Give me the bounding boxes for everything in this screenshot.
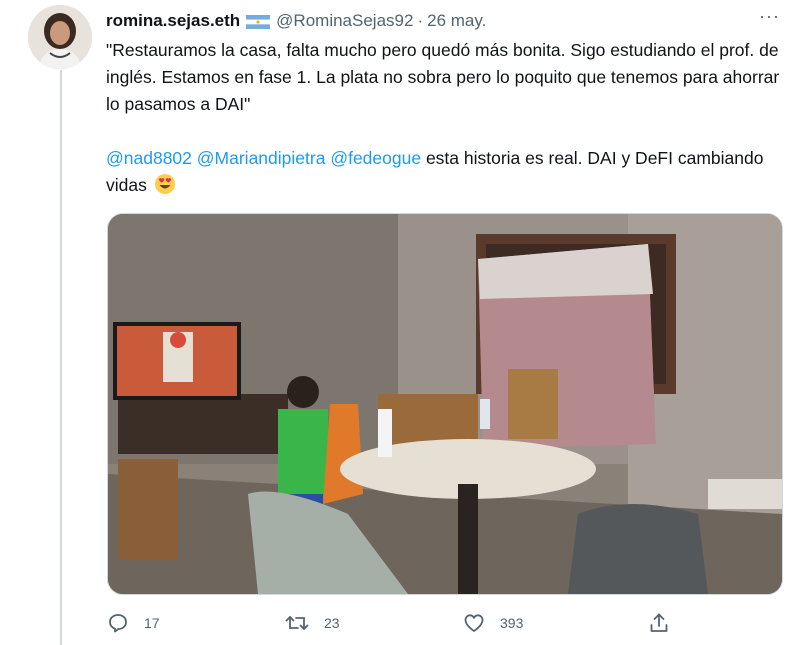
share-button[interactable] <box>647 606 671 640</box>
tweet-actions: 17 23 393 <box>106 606 686 640</box>
tweet-text: "Restauramos la casa, falta mucho pero q… <box>106 37 786 203</box>
tweet-header: romina.sejas.eth @RominaSejas92 · 26 may… <box>106 9 784 33</box>
reply-button[interactable]: 17 <box>106 606 160 640</box>
avatar[interactable] <box>28 5 92 69</box>
reply-icon <box>106 611 130 635</box>
retweet-icon <box>284 611 310 635</box>
like-button[interactable]: 393 <box>462 606 523 640</box>
more-options-icon[interactable]: ··· <box>759 6 780 27</box>
reply-count: 17 <box>144 615 160 631</box>
tweet-date[interactable]: 26 may. <box>427 11 486 31</box>
mention-nad8802[interactable]: @nad8802 <box>106 148 192 168</box>
argentina-flag-icon <box>246 14 271 29</box>
like-count: 393 <box>500 615 524 631</box>
tweet-paragraph-2: @nad8802 @Mariandipietra @fedeogue esta … <box>106 145 786 203</box>
tweet-photo[interactable] <box>107 213 783 595</box>
mention-fedeogue[interactable]: @fedeogue <box>330 148 421 168</box>
retweet-button[interactable]: 23 <box>284 606 340 640</box>
share-icon <box>647 611 671 635</box>
separator: · <box>417 11 424 30</box>
heart-icon <box>462 611 486 635</box>
heart-eyes-emoji-icon <box>154 173 176 203</box>
mention-mariandipietra[interactable]: @Mariandipietra <box>197 148 326 168</box>
thread-line <box>60 70 62 645</box>
tweet-paragraph-1: "Restauramos la casa, falta mucho pero q… <box>106 40 780 114</box>
display-name[interactable]: romina.sejas.eth <box>106 11 240 31</box>
handle[interactable]: @RominaSejas92 <box>276 11 413 31</box>
tweet[interactable]: romina.sejas.eth @RominaSejas92 · 26 may… <box>0 0 800 645</box>
retweet-count: 23 <box>324 615 340 631</box>
